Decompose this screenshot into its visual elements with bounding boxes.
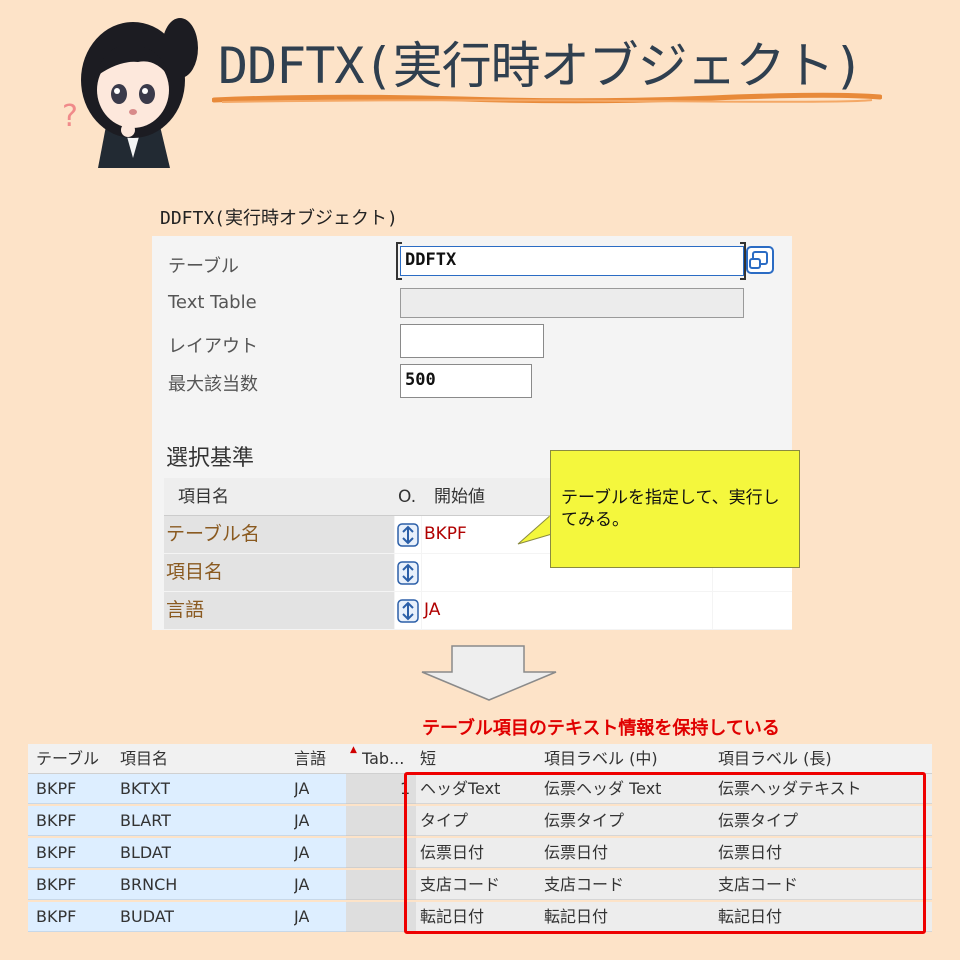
screen-caption: DDFTX(実行時オブジェクト) [160,208,398,229]
value-help-icon[interactable] [746,246,774,274]
cell-field: BKTXT [120,779,171,798]
cell-table: BKPF [36,811,77,830]
table-input[interactable]: DDFTX [400,246,744,276]
cell-table: BKPF [36,843,77,862]
criteria-name: 言語 [164,592,394,629]
cell-language: JA [294,907,310,926]
col-header-long[interactable]: 項目ラベル (長) [718,744,832,774]
col-header-tab[interactable]: Tab... [362,744,404,774]
layout-input[interactable] [400,324,544,358]
cell-table: BKPF [36,907,77,926]
criteria-op-cell [395,592,421,629]
cell-field: BLART [120,811,171,830]
sort-ascending-icon: ▲ [350,745,357,755]
selection-screen-panel: テーブル DDFTX Text Table レイアウト 最大該当数 500 選択… [152,236,792,630]
criteria-to-input[interactable] [713,592,792,629]
field-label-text-table: Text Table [168,292,257,313]
criteria-value-input[interactable]: JA [422,592,712,629]
avatar-girl-illustration: ? [62,18,198,168]
col-header-field[interactable]: 項目名 [120,744,168,774]
down-arrow-icon [421,645,557,701]
field-label-layout: レイアウト [168,336,258,357]
cell-field: BLDAT [120,843,172,862]
page-title: DDFTX(実行時オブジェクト) [218,37,864,95]
cell-language: JA [294,875,310,894]
cell-table: BKPF [36,779,77,798]
results-header-row: テーブル 項目名 言語 Tab... 短 項目ラベル (中) 項目ラベル (長) [28,744,932,774]
cell-language: JA [294,843,310,862]
criteria-row-language: 言語 JA [164,592,792,630]
col-header-medium[interactable]: 項目ラベル (中) [544,744,658,774]
selection-option-icon[interactable] [397,561,419,585]
col-header-short[interactable]: 短 [420,744,436,774]
criteria-header-op: O. [398,487,417,507]
criteria-name: 項目名 [164,554,394,591]
cell-table: BKPF [36,875,77,894]
criteria-header-name: 項目名 [178,487,229,507]
field-label-table: テーブル [168,256,239,277]
criteria-op-cell [395,516,421,553]
col-header-table[interactable]: テーブル [36,744,99,774]
annotation-text: テーブル項目のテキスト情報を保持している [422,718,780,739]
text-table-input [400,288,744,318]
cell-field: BRNCH [120,875,178,894]
title-underline-decoration [212,92,882,104]
callout-box: テーブルを指定して、実行してみる。 [550,450,800,568]
question-mark: ? [62,99,78,134]
selection-option-icon[interactable] [397,523,419,547]
cell-language: JA [294,779,310,798]
field-label-max-hits: 最大該当数 [168,374,258,395]
col-header-language[interactable]: 言語 [294,744,326,774]
cell-language: JA [294,811,310,830]
criteria-header-from: 開始値 [434,487,485,507]
criteria-name: テーブル名 [164,516,394,553]
selection-option-icon[interactable] [397,599,419,623]
cell-field: BUDAT [120,907,175,926]
selection-criteria-title: 選択基準 [166,446,255,471]
max-hits-input[interactable]: 500 [400,364,532,398]
criteria-op-cell [395,554,421,591]
highlight-box [404,772,926,934]
